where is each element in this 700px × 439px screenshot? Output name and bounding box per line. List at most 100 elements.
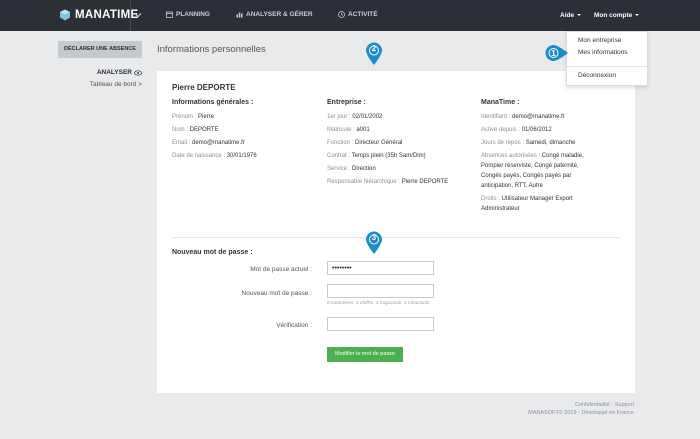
employee-id-label: Matricule : (327, 127, 357, 133)
dashboard-link[interactable]: Tableau de bord > (90, 81, 142, 88)
help-label: Aide (560, 12, 575, 19)
active-since-label: Activé depuis : (481, 127, 522, 133)
marker-number: 2 (371, 44, 377, 53)
rights-label: Droits : (481, 196, 502, 202)
first-name-label: Prénom : (172, 114, 199, 120)
footer-copyright: MANASOFT© 2019 - Développé en France (528, 410, 634, 416)
rights-value-line1: Utilisateur Manager Export (501, 196, 573, 202)
absences-label: Absences autorisées : (481, 153, 542, 159)
new-password-heading: Nouveau mot de passe : (172, 249, 253, 256)
company-heading: Entreprise : (327, 99, 366, 106)
brand-logo[interactable]: MANATIME (59, 9, 139, 21)
employee-id-row: Matricule : a001 (327, 127, 370, 133)
manager-row: Responsable hiérarchique : Pierre DEPORT… (327, 179, 448, 185)
service-label: Service : (327, 166, 353, 172)
nav-planning-label: PLANNING (176, 11, 210, 18)
chevron-down-icon[interactable] (134, 11, 142, 19)
manatime-heading: ManaTime : (481, 99, 520, 106)
new-password-input[interactable] (327, 284, 434, 298)
first-name-row: Prénom : Pierre (172, 114, 214, 120)
menu-divider (567, 66, 647, 67)
new-password-label: Nouveau mot de passe : (241, 290, 312, 297)
general-info-heading: Informations générales : (172, 99, 254, 106)
email-row: Email : demo@manatime.fr (172, 140, 245, 146)
rights-row: Droits : Utilisateur Manager Export (481, 196, 573, 202)
declare-absence-button[interactable]: DÉCLARER UNE ABSENCE (58, 41, 142, 58)
contract-value: Temps plein (35h Sam/Dim) (351, 153, 426, 159)
current-password-label: Mot de passe actuel : (250, 266, 312, 273)
active-since-row: Activé depuis : 01/06/2012 (481, 127, 552, 133)
last-name-row: Nom : DEPORTE (172, 127, 219, 133)
first-day-row: 1er jour : 02/01/2002 (327, 114, 382, 120)
menu-item-my-info[interactable]: Mes informations (578, 49, 628, 56)
last-name-label: Nom : (172, 127, 190, 133)
annotation-marker-3: 3 (365, 231, 383, 255)
birth-date-row: Date de naissance : 30/01/1976 (172, 153, 257, 159)
contract-label: Contrat : (327, 153, 352, 159)
activity-icon (338, 11, 345, 18)
sidebar-analyser[interactable]: ANALYSER (97, 69, 142, 76)
change-password-button[interactable]: Modifier le mot de passe (327, 347, 403, 362)
account-menu[interactable]: Mon compte (594, 12, 640, 19)
manager-value: Pierre DEPORTE (401, 179, 449, 185)
sidebar-analyser-label: ANALYSER (96, 69, 132, 76)
service-value: Direction (352, 166, 376, 172)
birth-date-value: 30/01/1976 (226, 153, 257, 159)
top-navigation-bar: MANATIME PLANNING ANALYSER & GÉRER ACTIV… (0, 0, 700, 31)
caret-down-icon (635, 14, 640, 17)
nav-activite[interactable]: ACTIVITÉ (338, 11, 378, 18)
active-since-value: 01/06/2012 (521, 127, 552, 133)
marker-number: 1 (551, 48, 556, 58)
page-title: Informations personnelles (157, 44, 266, 55)
function-row: Fonction : Directeur Général (327, 140, 402, 146)
contract-row: Contrat : Temps plein (35h Sam/Dim) (327, 153, 426, 159)
service-row: Service : Direction (327, 166, 376, 172)
absences-value-line3: Congés payés, Congés payés par (481, 173, 572, 179)
rest-days-value: Samedi, dimanche (525, 140, 576, 146)
birth-date-label: Date de naissance : (172, 153, 227, 159)
menu-item-logout[interactable]: Déconnexion (578, 72, 616, 79)
manager-label: Responsable hiérarchique : (327, 179, 402, 185)
help-menu[interactable]: Aide (560, 12, 582, 19)
caret-down-icon (577, 14, 582, 17)
current-password-input[interactable] (327, 261, 434, 275)
calendar-icon (166, 11, 173, 18)
marker-number: 3 (371, 233, 377, 242)
absences-value-line1: Congé maladie, (541, 153, 584, 159)
nav-analyser-gerer-label: ANALYSER & GÉRER (246, 11, 313, 18)
identifier-label: Identifiant : (481, 114, 513, 120)
annotation-marker-1: 1 (545, 44, 569, 62)
employee-id-value: a001 (356, 127, 370, 133)
absences-value-line4: anticipation, RTT, Autre (481, 183, 543, 189)
function-value: Directeur Général (355, 140, 403, 146)
absences-row: Absences autorisées : Congé maladie, (481, 153, 584, 159)
password-hint: 8 caractères, 1 chiffre, 1 majuscule, 1 … (327, 301, 430, 306)
verification-label: Vérification : (276, 322, 312, 329)
annotation-marker-2: 2 (365, 42, 383, 66)
account-dropdown-menu: Mon entreprise Mes informations Déconnex… (566, 31, 648, 86)
menu-item-company[interactable]: Mon entreprise (578, 37, 621, 44)
logo-icon (60, 9, 70, 21)
first-day-value: 02/01/2002 (352, 114, 383, 120)
first-day-label: 1er jour : (327, 114, 353, 120)
identifier-value: demo@manatime.fr (512, 114, 565, 120)
footer-links[interactable]: Confidentialité - Support (575, 402, 634, 408)
brand-name: MANATIME (75, 9, 139, 21)
last-name-value: DEPORTE (189, 127, 219, 133)
bar-chart-icon (236, 12, 243, 18)
function-label: Fonction : (327, 140, 356, 146)
rest-days-label: Jours de repos : (481, 140, 526, 146)
user-name: Pierre DEPORTE (172, 83, 236, 92)
nav-analyser-gerer[interactable]: ANALYSER & GÉRER (236, 11, 313, 18)
nav-planning[interactable]: PLANNING (166, 11, 210, 18)
nav-activite-label: ACTIVITÉ (348, 11, 378, 18)
first-name-value: Pierre (198, 114, 215, 120)
absences-value-line2: Pompier réserviste, Congé paternité, (481, 163, 579, 169)
rights-value-line2: Administrateur (481, 206, 520, 212)
section-divider (172, 237, 620, 238)
account-label: Mon compte (594, 12, 633, 19)
verification-input[interactable] (327, 317, 434, 331)
identifier-row: Identifiant : demo@manatime.fr (481, 114, 565, 120)
email-label: Email : (172, 140, 193, 146)
eye-icon (134, 69, 142, 76)
